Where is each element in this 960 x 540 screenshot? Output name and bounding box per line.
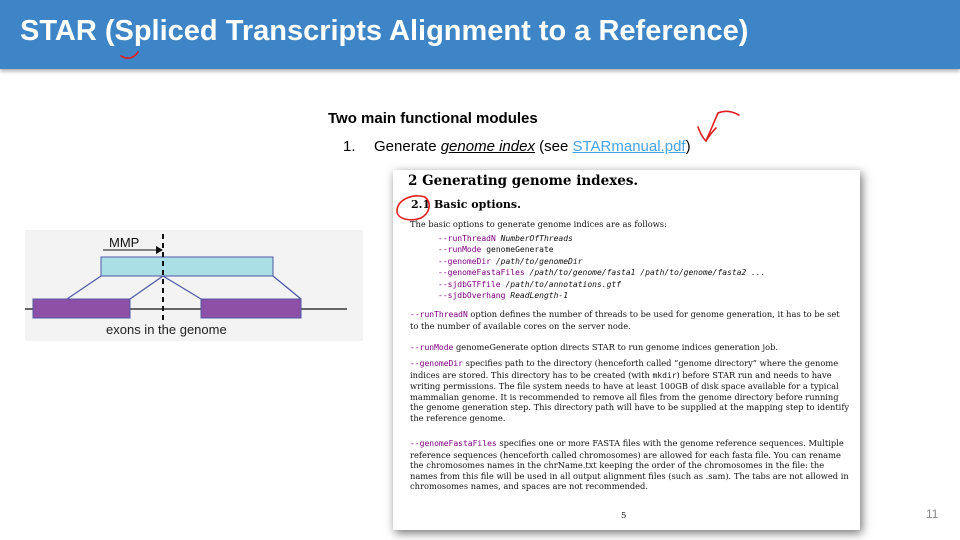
mmp-arrowhead-icon [156,246,163,254]
list-item-emphasis: genome index [440,138,535,155]
manual-subsection-heading: 2.1 Basic options. [411,198,521,211]
manual-excerpt: 2 Generating genome indexes. 2.1 Basic o… [393,170,860,530]
ink-pointer-stroke [717,110,740,116]
slide-number: 11 [926,507,939,521]
diagram-caption: exons in the genome [106,322,227,337]
connector-line [66,275,102,300]
mmp-label: MMP [109,235,140,250]
manual-paragraph-runthreadn: --runThreadN option defines the number o… [410,309,840,331]
connector-line [162,275,202,300]
list-item-text-mid: (see [534,138,573,155]
manual-option-line: --sjdbOverhang ReadLength-1 [438,291,569,301]
manual-option-line: --runMode genomeGenerate [438,245,554,255]
manual-section-heading: 2 Generating genome indexes. [408,173,639,189]
manual-intro: The basic options to generate genome ind… [410,219,667,229]
title-bar: STAR (Spliced Transcripts Alignment to a… [0,0,960,69]
slide-title: STAR (Spliced Transcripts Alignment to a… [20,15,749,47]
manual-paragraph-genomedir: --genomeDir specifies path to the direct… [410,358,850,423]
manual-option-line: --genomeFastaFiles /path/to/genome/fasta… [438,268,766,278]
manual-paragraph-runmode: --runMode genomeGenerate option directs … [410,342,779,352]
exon-block [32,298,131,319]
manual-paragraph-genomefastafiles: --genomeFastaFiles specifies one or more… [410,438,849,492]
manual-option-line: --runThreadN NumberOfThreads [438,234,573,243]
list-item-text-post: ) [685,138,691,155]
ink-arrowhead-icon [697,126,717,143]
list-item-text-pre: Generate [374,138,441,155]
exon-block [200,298,302,319]
ink-pointer-stroke [705,112,719,142]
read-bar [100,256,274,277]
manual-options-list: --runThreadN NumberOfThreads --runMode g… [438,233,766,301]
mmp-diagram: MMP exons in the genome [25,230,363,341]
manual-option-line: --sjdbGTFfile /path/to/annotations.gtf [438,279,622,289]
list-item: 1. Generate genome index (see STARmanual.… [343,138,691,155]
section-subtitle: Two main functional modules [328,110,538,127]
connector-line [129,275,164,300]
connector-line [272,275,302,300]
manual-page-number: 5 [621,511,627,521]
list-item-number: 1. [343,138,356,155]
manual-option-line: --genomeDir /path/to/genomeDir [438,256,583,266]
star-manual-link[interactable]: STARmanual.pdf [572,138,685,155]
